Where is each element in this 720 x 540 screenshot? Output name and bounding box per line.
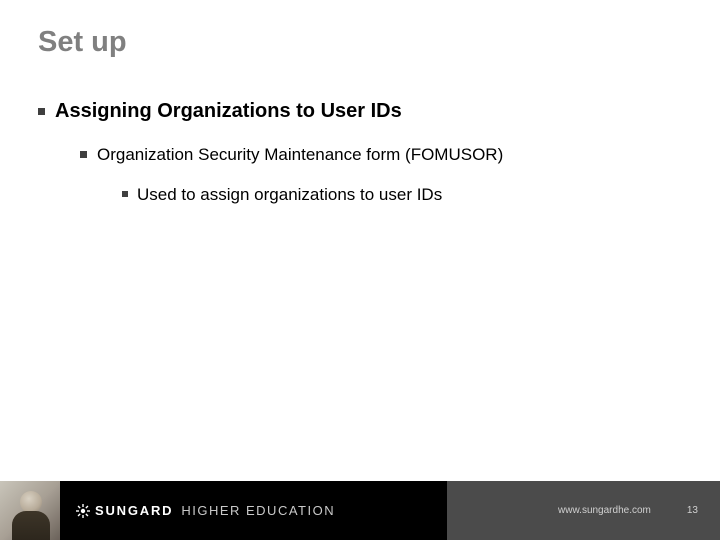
sun-icon	[76, 504, 90, 518]
brand-sub-text: HIGHER EDUCATION	[181, 503, 335, 518]
bullet-square-icon	[38, 108, 45, 115]
footer-bar: SUNGARD HIGHER EDUCATION www.sungardhe.c…	[0, 481, 720, 540]
slide: Set up Assigning Organizations to User I…	[0, 0, 720, 540]
bullet-1-text: Assigning Organizations to User IDs	[55, 100, 402, 123]
footer-left: SUNGARD HIGHER EDUCATION	[0, 481, 447, 540]
bullet-2-text: Organization Security Maintenance form (…	[97, 145, 503, 165]
bullet-level-3: Used to assign organizations to user IDs	[122, 185, 680, 205]
bullet-level-2: Organization Security Maintenance form (…	[80, 145, 680, 165]
brand-main-text: SUNGARD	[95, 503, 173, 518]
page-number: 13	[687, 505, 698, 516]
brand-logo: SUNGARD HIGHER EDUCATION	[76, 503, 335, 518]
slide-title: Set up	[38, 26, 127, 59]
footer-url: www.sungardhe.com	[558, 505, 651, 516]
footer-photo	[0, 481, 60, 540]
bullet-3-text: Used to assign organizations to user IDs	[137, 185, 442, 205]
footer-right: www.sungardhe.com 13	[447, 481, 720, 540]
bullet-level-1: Assigning Organizations to User IDs	[38, 100, 680, 123]
content-area: Assigning Organizations to User IDs Orga…	[38, 100, 680, 223]
bullet-square-icon	[80, 151, 87, 158]
bullet-square-icon	[122, 191, 128, 197]
